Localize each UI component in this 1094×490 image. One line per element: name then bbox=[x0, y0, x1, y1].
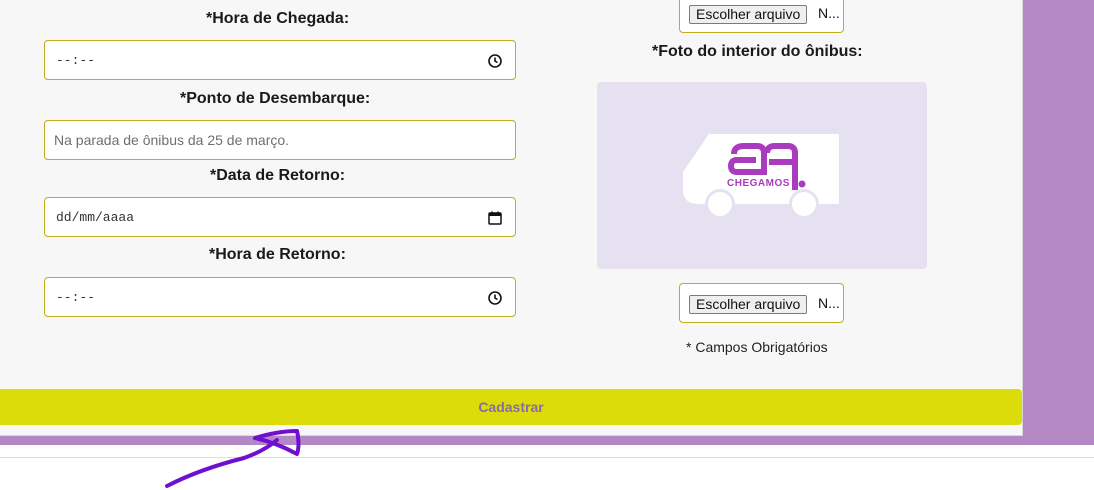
dropoff-point-input[interactable]: Na parada de ônibus da 25 de março. bbox=[44, 120, 516, 160]
form-card: *Hora de Chegada: --:-- *Ponto de Desemb… bbox=[0, 0, 1023, 436]
return-time-input[interactable]: --:-- bbox=[44, 277, 516, 317]
arrival-time-value: --:-- bbox=[56, 53, 96, 68]
exterior-photo-file-input[interactable]: Escolher arquivo N... bbox=[679, 0, 844, 33]
return-date-label: *Data de Retorno: bbox=[210, 167, 346, 184]
return-time-value: --:-- bbox=[56, 290, 96, 305]
clock-icon[interactable] bbox=[487, 290, 503, 306]
calendar-icon[interactable] bbox=[487, 210, 503, 226]
file-name-text: N... bbox=[818, 5, 840, 21]
required-fields-note: * Campos Obrigatórios bbox=[686, 339, 828, 355]
bus-logo-icon bbox=[683, 134, 839, 219]
interior-photo-preview: CHEGAMOS bbox=[597, 82, 927, 269]
return-date-input[interactable]: dd/mm/aaaa bbox=[44, 197, 516, 237]
logo-text: CHEGAMOS bbox=[727, 178, 790, 189]
return-time-label: *Hora de Retorno: bbox=[209, 246, 346, 263]
return-date-value: dd/mm/aaaa bbox=[56, 210, 135, 225]
choose-file-button[interactable]: Escolher arquivo bbox=[689, 5, 808, 24]
interior-photo-file-input[interactable]: Escolher arquivo N... bbox=[679, 283, 844, 323]
choose-file-button[interactable]: Escolher arquivo bbox=[689, 295, 808, 314]
clock-icon[interactable] bbox=[487, 53, 503, 69]
dropoff-point-placeholder: Na parada de ônibus da 25 de março. bbox=[54, 132, 290, 148]
arrival-time-label: *Hora de Chegada: bbox=[206, 10, 350, 27]
dropoff-point-label: *Ponto de Desembarque: bbox=[180, 90, 371, 107]
submit-button[interactable]: Cadastrar bbox=[0, 389, 1022, 425]
file-name-text: N... bbox=[818, 295, 840, 311]
arrival-time-input[interactable]: --:-- bbox=[44, 40, 516, 80]
interior-photo-label: *Foto do interior do ônibus: bbox=[652, 43, 863, 60]
arrow-annotation-icon bbox=[165, 429, 301, 488]
